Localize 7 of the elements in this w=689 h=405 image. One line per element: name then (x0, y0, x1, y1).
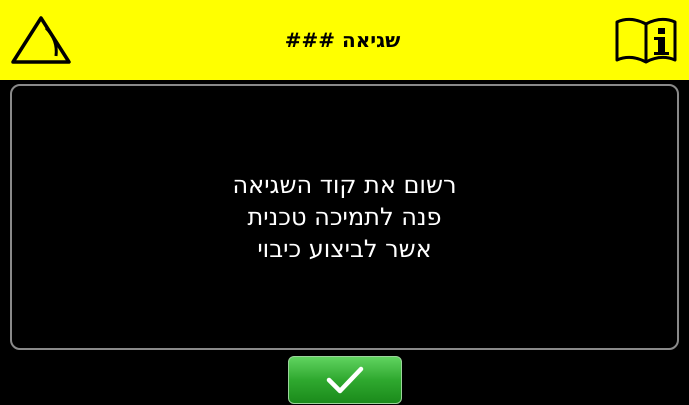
message-line: רשום את קוד השגיאה (232, 170, 457, 200)
message-line: פנה לתמיכה טכנית (248, 202, 442, 232)
message-line: אשר לביצוע כיבוי (257, 234, 432, 264)
error-title: שגיאה ### (284, 27, 400, 54)
warning-icon (10, 14, 72, 66)
check-icon (326, 366, 364, 394)
confirm-button[interactable] (288, 356, 402, 404)
